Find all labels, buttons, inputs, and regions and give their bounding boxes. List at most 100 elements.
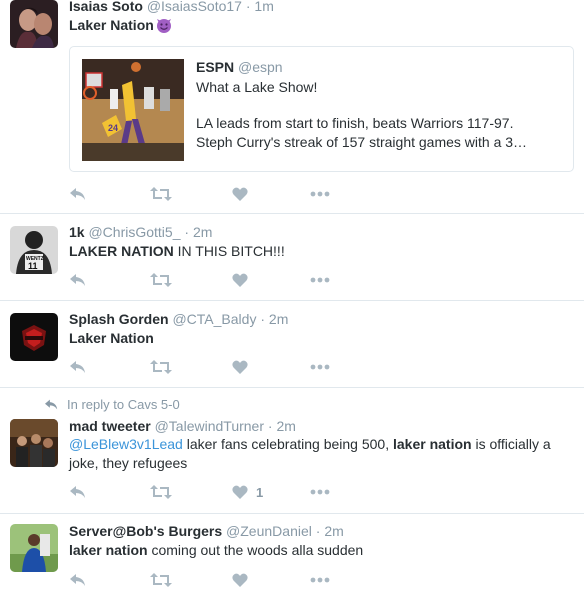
highlighted-term: Laker Nation xyxy=(69,17,154,33)
reply-button[interactable] xyxy=(69,482,87,502)
quoted-fullname[interactable]: ESPN xyxy=(196,59,234,75)
tweet-text: LAKER NATION IN THIS BITCH!!! xyxy=(69,242,568,261)
more-options-button[interactable] xyxy=(310,482,330,502)
separator: · xyxy=(267,418,273,434)
more-options-button[interactable] xyxy=(310,570,330,590)
svg-text:11: 11 xyxy=(28,261,38,271)
quoted-text: What a Lake Show! LA leads from start to… xyxy=(196,78,561,152)
quoted-tweet-card[interactable]: 24 ESPN @espn What a Lake Show! LA leads… xyxy=(69,46,574,172)
separator: · xyxy=(184,224,190,240)
avatar[interactable]: WENTZ 11 xyxy=(10,226,58,274)
reply-icon xyxy=(70,361,85,373)
avatar[interactable] xyxy=(10,0,58,48)
fullname[interactable]: Isaias Soto xyxy=(69,0,143,14)
timestamp[interactable]: 2m xyxy=(193,224,212,240)
tweet-header: Isaias Soto @IsaiasSoto17 · 1m xyxy=(69,0,274,14)
fullname[interactable]: Server@Bob's Burgers xyxy=(69,523,222,539)
username[interactable]: @ZeunDaniel xyxy=(226,523,312,539)
highlighted-term: laker nation xyxy=(69,542,148,558)
avatar[interactable] xyxy=(10,313,58,361)
reply-button[interactable] xyxy=(69,570,87,590)
separator: · xyxy=(245,0,251,14)
tweet[interactable]: Splash Gorden @CTA_Baldy · 2m Laker Nati… xyxy=(0,301,584,388)
tweet-text-rest: IN THIS BITCH!!! xyxy=(173,243,285,259)
username[interactable]: @TalewindTurner xyxy=(155,418,264,434)
tweet[interactable]: Server@Bob's Burgers @ZeunDaniel · 2m la… xyxy=(0,514,584,604)
reply-context[interactable]: In reply to Cavs 5-0 xyxy=(44,397,180,412)
like-button[interactable] xyxy=(232,270,248,290)
reply-button[interactable] xyxy=(69,270,87,290)
avatar[interactable] xyxy=(10,524,58,572)
like-button[interactable] xyxy=(232,357,248,377)
username[interactable]: @CTA_Baldy xyxy=(172,311,256,327)
reply-context-label: In reply to Cavs 5-0 xyxy=(67,397,180,412)
reply-button[interactable] xyxy=(69,184,87,204)
tweet-text: Laker Nation xyxy=(69,329,568,348)
quoted-text-line: What a Lake Show! xyxy=(196,79,318,95)
heart-icon xyxy=(232,573,248,587)
separator: · xyxy=(260,311,266,327)
more-dots-icon xyxy=(310,191,330,197)
separator: · xyxy=(315,523,321,539)
retweet-button[interactable] xyxy=(150,570,172,590)
timestamp[interactable]: 2m xyxy=(269,311,288,327)
svg-text:24: 24 xyxy=(108,123,118,133)
timestamp[interactable]: 1m xyxy=(254,0,273,14)
reply-icon xyxy=(70,274,85,286)
retweet-button[interactable] xyxy=(150,357,172,377)
heart-icon xyxy=(232,187,248,201)
more-options-button[interactable] xyxy=(310,270,330,290)
username[interactable]: @ChrisGotti5_ xyxy=(88,224,180,240)
retweet-icon xyxy=(150,187,172,201)
retweet-icon xyxy=(150,273,172,287)
more-options-button[interactable] xyxy=(310,357,330,377)
tweet[interactable]: In reply to Cavs 5-0 mad tweeter @Talewi… xyxy=(0,388,584,514)
highlighted-term: laker nation xyxy=(393,436,472,452)
timestamp[interactable]: 2m xyxy=(276,418,295,434)
reply-icon xyxy=(70,188,85,200)
reply-icon xyxy=(70,486,85,498)
username[interactable]: @IsaiasSoto17 xyxy=(147,0,242,14)
like-count: 1 xyxy=(256,484,264,500)
quoted-tweet-image[interactable]: 24 xyxy=(82,59,184,161)
highlighted-term: LAKER NATION xyxy=(69,243,174,259)
highlighted-term: Laker Nation xyxy=(69,330,154,346)
quoted-text-line: LA leads from start to finish, beats War… xyxy=(196,115,514,131)
more-dots-icon xyxy=(310,364,330,370)
tweet-text: Laker Nation xyxy=(69,16,568,38)
retweet-button[interactable] xyxy=(150,184,172,204)
tweet[interactable]: Isaias Soto @IsaiasSoto17 · 1m Laker Nat… xyxy=(0,0,584,214)
mention-link[interactable]: @LeBlew3v1Lead xyxy=(69,436,183,452)
like-button[interactable]: 1 xyxy=(232,482,263,502)
more-options-button[interactable] xyxy=(310,184,330,204)
tweet-header: mad tweeter @TalewindTurner · 2m xyxy=(69,418,296,434)
retweet-button[interactable] xyxy=(150,482,172,502)
like-button[interactable] xyxy=(232,184,248,204)
avatar[interactable] xyxy=(10,419,58,467)
smiling-devil-emoji-icon xyxy=(155,16,173,38)
tweet-header: Server@Bob's Burgers @ZeunDaniel · 2m xyxy=(69,523,344,539)
timestamp[interactable]: 2m xyxy=(324,523,343,539)
reply-icon xyxy=(45,399,58,410)
tweet[interactable]: WENTZ 11 1k @ChrisGotti5_ · 2m LAKER NAT… xyxy=(0,214,584,301)
more-dots-icon xyxy=(310,577,330,583)
fullname[interactable]: mad tweeter xyxy=(69,418,151,434)
tweet-text: @LeBlew3v1Lead laker fans celebrating be… xyxy=(69,435,568,473)
more-dots-icon xyxy=(310,277,330,283)
tweet-text-part: laker fans celebrating being 500, xyxy=(182,436,393,452)
quoted-text-line: Steph Curry's streak of 157 straight gam… xyxy=(196,134,528,150)
retweet-icon xyxy=(150,485,172,499)
reply-icon xyxy=(70,574,85,586)
retweet-button[interactable] xyxy=(150,270,172,290)
tweet-text-rest: coming out the woods alla sudden xyxy=(147,542,364,558)
heart-icon xyxy=(232,360,248,374)
like-button[interactable] xyxy=(232,570,248,590)
heart-icon xyxy=(232,485,248,499)
tweet-header: 1k @ChrisGotti5_ · 2m xyxy=(69,224,212,240)
reply-button[interactable] xyxy=(69,357,87,377)
quoted-username[interactable]: @espn xyxy=(238,59,283,75)
more-dots-icon xyxy=(310,489,330,495)
fullname[interactable]: 1k xyxy=(69,224,85,240)
fullname[interactable]: Splash Gorden xyxy=(69,311,169,327)
quoted-tweet-body: ESPN @espn What a Lake Show! LA leads fr… xyxy=(196,59,561,152)
